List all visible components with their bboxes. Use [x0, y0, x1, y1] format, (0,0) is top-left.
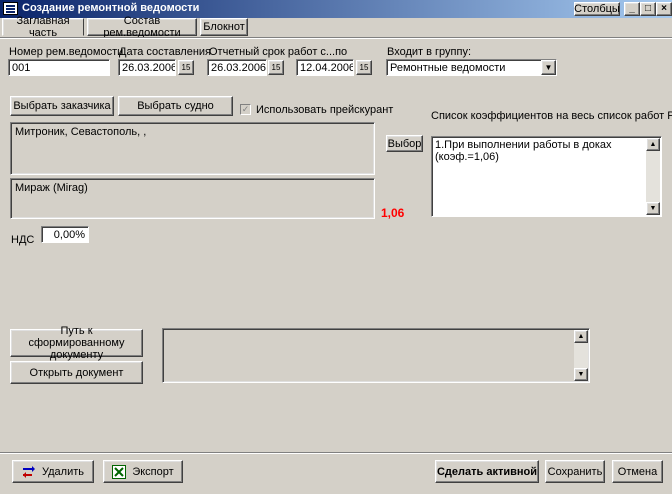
window-title: Создание ремонтной ведомости	[22, 2, 200, 14]
excel-icon	[112, 464, 127, 479]
select-customer-button[interactable]: Выбрать заказчика	[10, 96, 114, 116]
maximize-icon[interactable]: □	[640, 2, 656, 16]
vessel-panel: Мираж (Mirag)	[10, 178, 375, 219]
scroll-down-icon[interactable]: ▼	[646, 202, 660, 215]
customer-text: Митроник, Севастополь, ,	[15, 126, 147, 138]
date-calendar-icon[interactable]: 15	[178, 60, 194, 75]
app-icon	[3, 2, 18, 15]
number-label: Номер рем.ведомости	[9, 46, 124, 58]
vat-label: НДС	[11, 234, 35, 246]
tab-repair-list[interactable]: Состав рем.ведомости	[87, 15, 197, 39]
open-document-button[interactable]: Открыть документ	[10, 361, 143, 384]
vat-input[interactable]: 0,00%	[41, 226, 89, 243]
delete-button[interactable]: Удалить	[12, 460, 94, 483]
document-path-field[interactable]	[162, 328, 590, 383]
period-to-calendar-icon[interactable]: 15	[356, 60, 372, 75]
period-to-input[interactable]: 12.04.2006	[296, 59, 354, 76]
cancel-button[interactable]: Отмена	[612, 460, 663, 483]
period-from-calendar-icon[interactable]: 15	[268, 60, 284, 75]
list-item[interactable]: 1.При выполнении работы в доках (коэф.=1…	[435, 139, 643, 163]
vessel-text: Мираж (Mirag)	[15, 182, 88, 194]
group-select[interactable]: Ремонтные ведомости	[386, 59, 557, 76]
export-label: Экспорт	[132, 465, 174, 478]
delete-label: Удалить	[42, 465, 84, 478]
use-pricelist-checkbox[interactable]: ✓	[240, 104, 251, 115]
coef-list-scrollbar[interactable]: ▲ ▼	[646, 138, 660, 215]
save-button[interactable]: Сохранить	[545, 460, 605, 483]
use-pricelist-label: Использовать прейскурант	[256, 104, 394, 116]
coef-value: 1,06	[381, 206, 405, 220]
choose-button[interactable]: Выбор	[386, 135, 423, 152]
period-from-input[interactable]: 26.03.2006	[207, 59, 267, 76]
select-vessel-button[interactable]: Выбрать судно	[118, 96, 233, 116]
footer-divider	[0, 452, 672, 454]
tab-notepad[interactable]: Блокнот	[200, 18, 248, 36]
scroll-up-icon[interactable]: ▲	[574, 330, 588, 343]
number-input[interactable]: 001	[8, 59, 110, 76]
tab-divider	[0, 37, 672, 39]
date-label: Дата составления	[119, 46, 211, 58]
group-label: Входит в группу:	[387, 46, 471, 58]
minimize-icon[interactable]: _	[624, 2, 640, 16]
make-active-button[interactable]: Сделать активной	[435, 460, 539, 483]
chevron-down-icon[interactable]: ▼	[541, 60, 556, 75]
period-label: Отчетный срок работ с...по	[209, 46, 348, 58]
group-select-value: Ремонтные ведомости	[390, 62, 506, 74]
columns-button[interactable]: Столбцы	[574, 2, 620, 16]
export-button[interactable]: Экспорт	[103, 460, 183, 483]
document-path-button[interactable]: Путь к сформированному документу	[10, 325, 143, 361]
document-path-scrollbar[interactable]: ▲ ▼	[574, 330, 588, 381]
close-icon[interactable]: ×	[656, 2, 672, 16]
tab-title-part[interactable]: Заглавная часть	[2, 15, 84, 39]
date-input[interactable]: 26.03.2006	[118, 59, 176, 76]
scroll-up-icon[interactable]: ▲	[646, 138, 660, 151]
scroll-down-icon[interactable]: ▼	[574, 368, 588, 381]
customer-panel: Митроник, Севастополь, ,	[10, 122, 375, 175]
coef-list[interactable]: 1.При выполнении работы в доках (коэф.=1…	[431, 136, 662, 217]
delete-icon	[22, 465, 36, 479]
coef-list-label: Список коэффициентов на весь список рабо…	[431, 110, 672, 122]
